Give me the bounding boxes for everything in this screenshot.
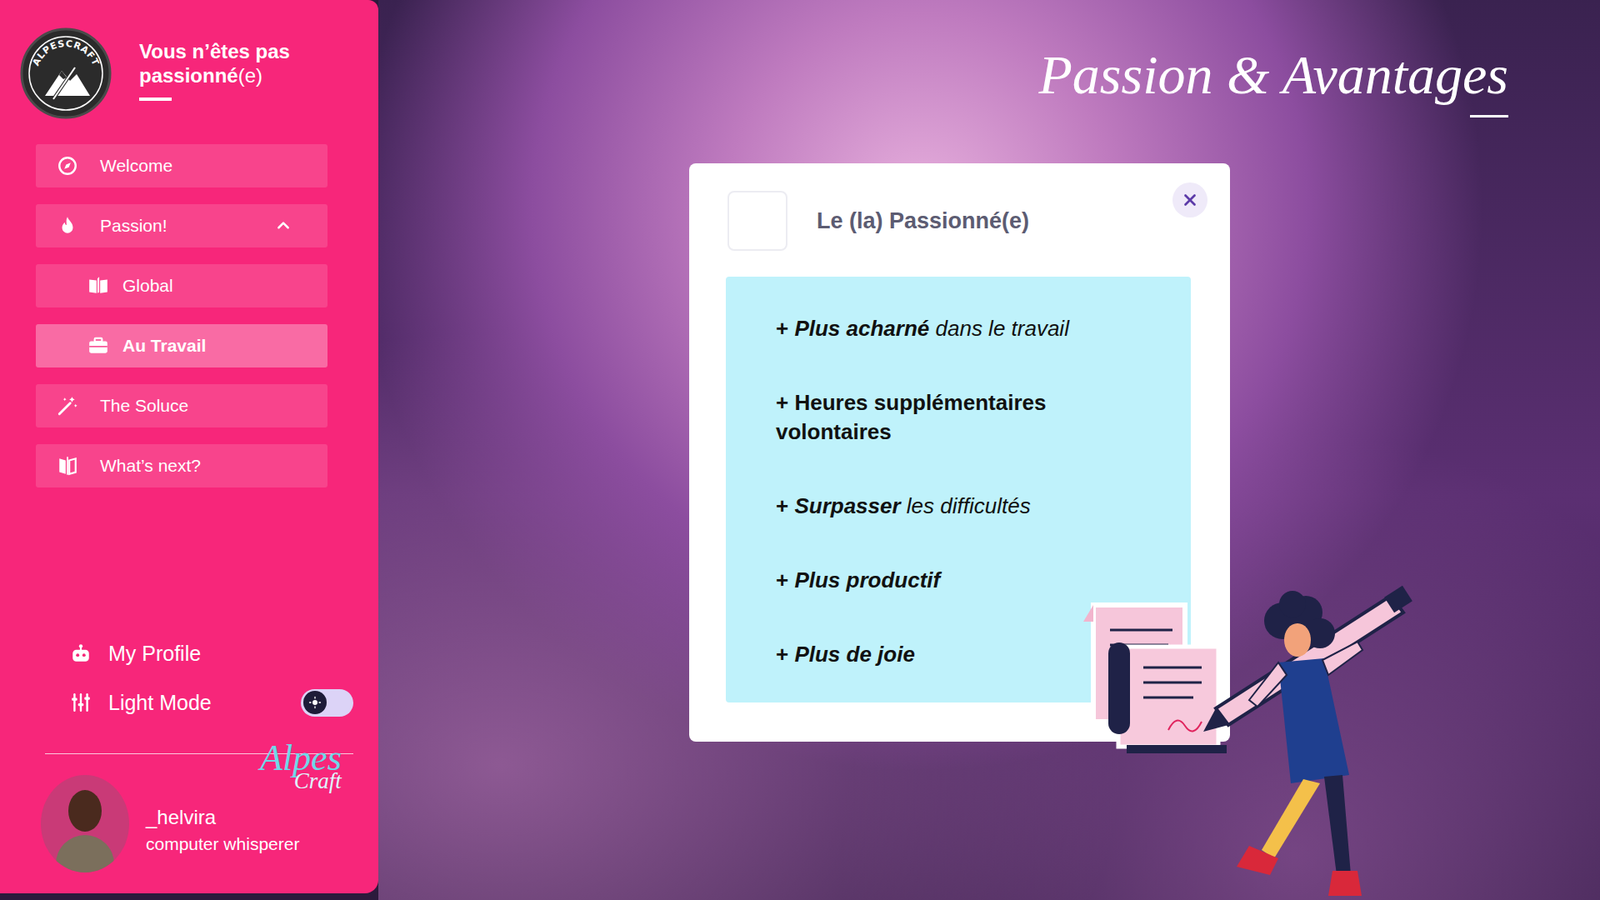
signature-logo: Alpes Craft [260,740,342,793]
advantage-item: + Plus acharné dans le travail [775,314,1097,344]
sidebar: ALPESCRAFT Vous n’êtes pas passionné(e) … [0,0,379,894]
placeholder-icon [727,190,788,251]
main-area: Passion & Avantages Le (la) Passionné(e)… [378,0,1600,900]
next-icon [56,455,79,477]
sidebar-item[interactable]: Welcome [35,144,328,188]
page-title: Passion & Avantages [1039,41,1509,109]
sidebar-title: Vous n’êtes pas passionné(e) [139,39,340,88]
advantage-item: + Surpasser les difficultés [775,491,1097,521]
sun-icon [308,695,322,710]
alpescraft-logo-icon[interactable]: ALPESCRAFT [20,27,112,120]
title-underline [139,97,172,101]
app: ALPESCRAFT Vous n’êtes pas passionné(e) … [0,0,1600,900]
sidebar-header: ALPESCRAFT Vous n’êtes pas passionné(e) [0,0,379,120]
compass-icon [56,155,79,177]
sliders-icon [70,691,92,714]
sidebar-bottom: My Profile Light Mode _helvira computer … [0,636,379,873]
sidebar-subitem[interactable]: Au Travail [35,324,328,368]
advantage-item: + Plus de joie [775,640,1097,670]
sidebar-item[interactable]: Passion! [35,204,328,248]
briefcase-icon [87,335,110,357]
sidebar-nav: Welcome Passion! Global Au Travail The S… [35,144,328,488]
woman-with-pencil-icon [1199,583,1425,900]
light-mode-toggle[interactable] [300,689,354,717]
toggle-knob [303,690,327,715]
robot-icon [70,642,92,665]
modal-title: Le (la) Passionné(e) [816,208,1144,235]
close-button[interactable] [1172,182,1208,218]
advantage-item: + Plus productif [775,565,1097,595]
chevron-icon[interactable] [275,218,291,234]
wand-icon [56,395,79,417]
flame-icon [56,215,79,237]
avatar[interactable] [40,775,130,873]
document-scroll-icon [1076,596,1240,760]
sidebar-subitem[interactable]: Global [35,264,328,308]
page-header: Passion & Avantages [378,0,1600,118]
title-underline [1470,115,1509,118]
svg-text:ALPESCRAFT: ALPESCRAFT [30,38,102,68]
sidebar-item[interactable]: What’s next? [35,444,328,488]
modal-header: Le (la) Passionné(e) [725,190,1191,251]
user-role: computer whisperer [145,834,300,855]
user-card[interactable]: _helvira computer whisperer Alpes Craft [0,775,379,873]
theme-row[interactable]: Light Mode [0,685,379,720]
book-icon [87,275,110,297]
sidebar-item[interactable]: The Soluce [35,384,328,428]
close-icon[interactable] [1180,190,1200,210]
user-name: _helvira [145,805,300,830]
profile-link[interactable]: My Profile [0,636,379,670]
advantage-item: + Heures supplémentaires volontaires [775,388,1097,447]
